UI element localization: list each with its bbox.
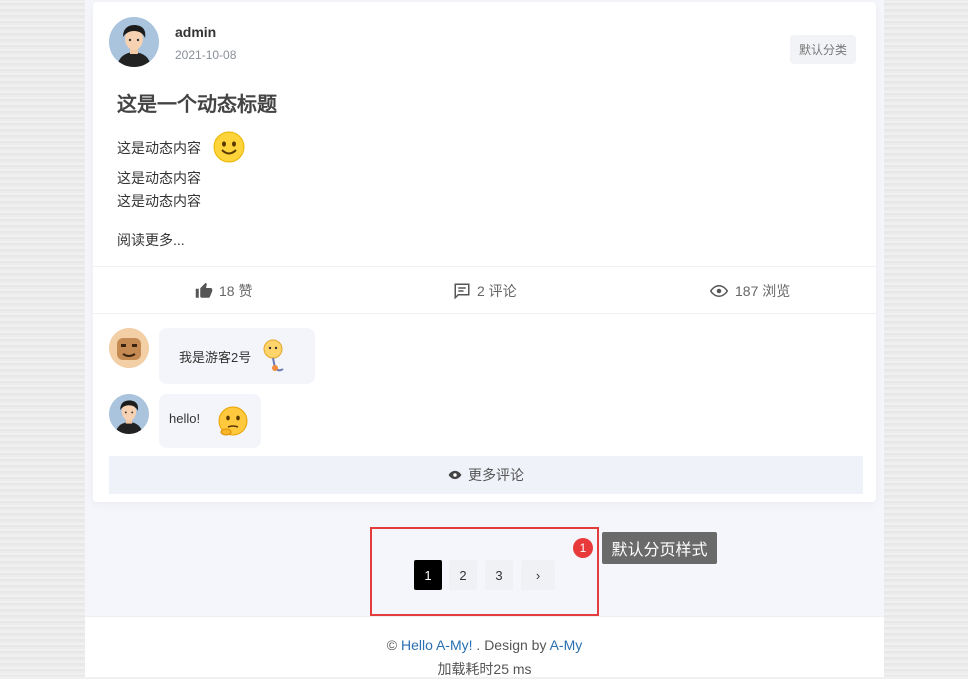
likes-count: 18 赞	[219, 283, 253, 299]
comment-text: 我是游客2号	[179, 350, 252, 365]
comments-count: 2 评论	[477, 283, 517, 299]
annotation-label: 默认分页样式	[602, 532, 717, 564]
content-line: 这是动态内容	[117, 140, 201, 156]
eye-icon	[709, 284, 729, 298]
guest-avatar-icon	[109, 328, 149, 368]
thumbs-up-icon	[195, 282, 213, 298]
more-comments-button[interactable]: 更多评论	[109, 456, 863, 494]
post-title[interactable]: 这是一个动态标题	[117, 88, 277, 117]
post-date: 2021-10-08	[175, 48, 237, 62]
read-more-link[interactable]: 阅读更多...	[117, 230, 185, 250]
site-footer: © Hello A-My! . Design by A-My 加载耗时25 ms	[85, 616, 884, 677]
annotation-number-badge: 1	[573, 538, 593, 558]
page-button-3[interactable]: 3	[485, 560, 513, 590]
views-count: 187 浏览	[735, 283, 791, 299]
views-stat[interactable]: 187 浏览	[709, 281, 790, 301]
content-line: 这是动态内容	[117, 170, 201, 186]
comment-text: hello!	[169, 411, 201, 426]
page-button-1[interactable]: 1	[414, 560, 442, 590]
comment-bubble: 我是游客2号	[159, 328, 315, 384]
comments-button[interactable]: 2 评论	[453, 281, 517, 301]
more-comments-label: 更多评论	[468, 467, 524, 483]
footer-credits: © Hello A-My! . Design by A-My	[85, 637, 884, 653]
admin-avatar-icon	[109, 394, 149, 434]
author-name[interactable]: admin	[175, 24, 216, 40]
next-page-button[interactable]: ›	[521, 560, 555, 590]
smile-emoji-icon	[213, 131, 245, 163]
author-avatar-icon	[109, 17, 159, 67]
load-time: 加载耗时25 ms	[437, 661, 532, 677]
post-stats-bar: 18 赞 2 评论 187 浏览	[93, 266, 876, 314]
post-card: admin 2021-10-08 默认分类 这是一个动态标题 这是动态内容 这是…	[93, 2, 876, 502]
like-button[interactable]: 18 赞	[195, 281, 252, 301]
commenter-avatar[interactable]	[109, 394, 149, 434]
comment-bubble: hello!	[159, 394, 261, 448]
eye-icon	[448, 470, 462, 480]
site-link[interactable]: Hello A-My!	[401, 637, 473, 653]
designer-link[interactable]: A-My	[550, 637, 583, 653]
commenter-avatar[interactable]	[109, 328, 149, 368]
copyright-symbol: ©	[386, 637, 398, 653]
category-badge[interactable]: 默认分类	[789, 35, 856, 64]
content-line: 这是动态内容	[117, 193, 201, 209]
author-avatar[interactable]	[109, 17, 159, 67]
sticker-emoji-icon	[263, 339, 284, 372]
thinking-emoji-icon	[218, 406, 248, 436]
design-by-text: . Design by	[476, 637, 547, 653]
comment-icon	[454, 283, 470, 300]
page-button-2[interactable]: 2	[449, 560, 477, 590]
